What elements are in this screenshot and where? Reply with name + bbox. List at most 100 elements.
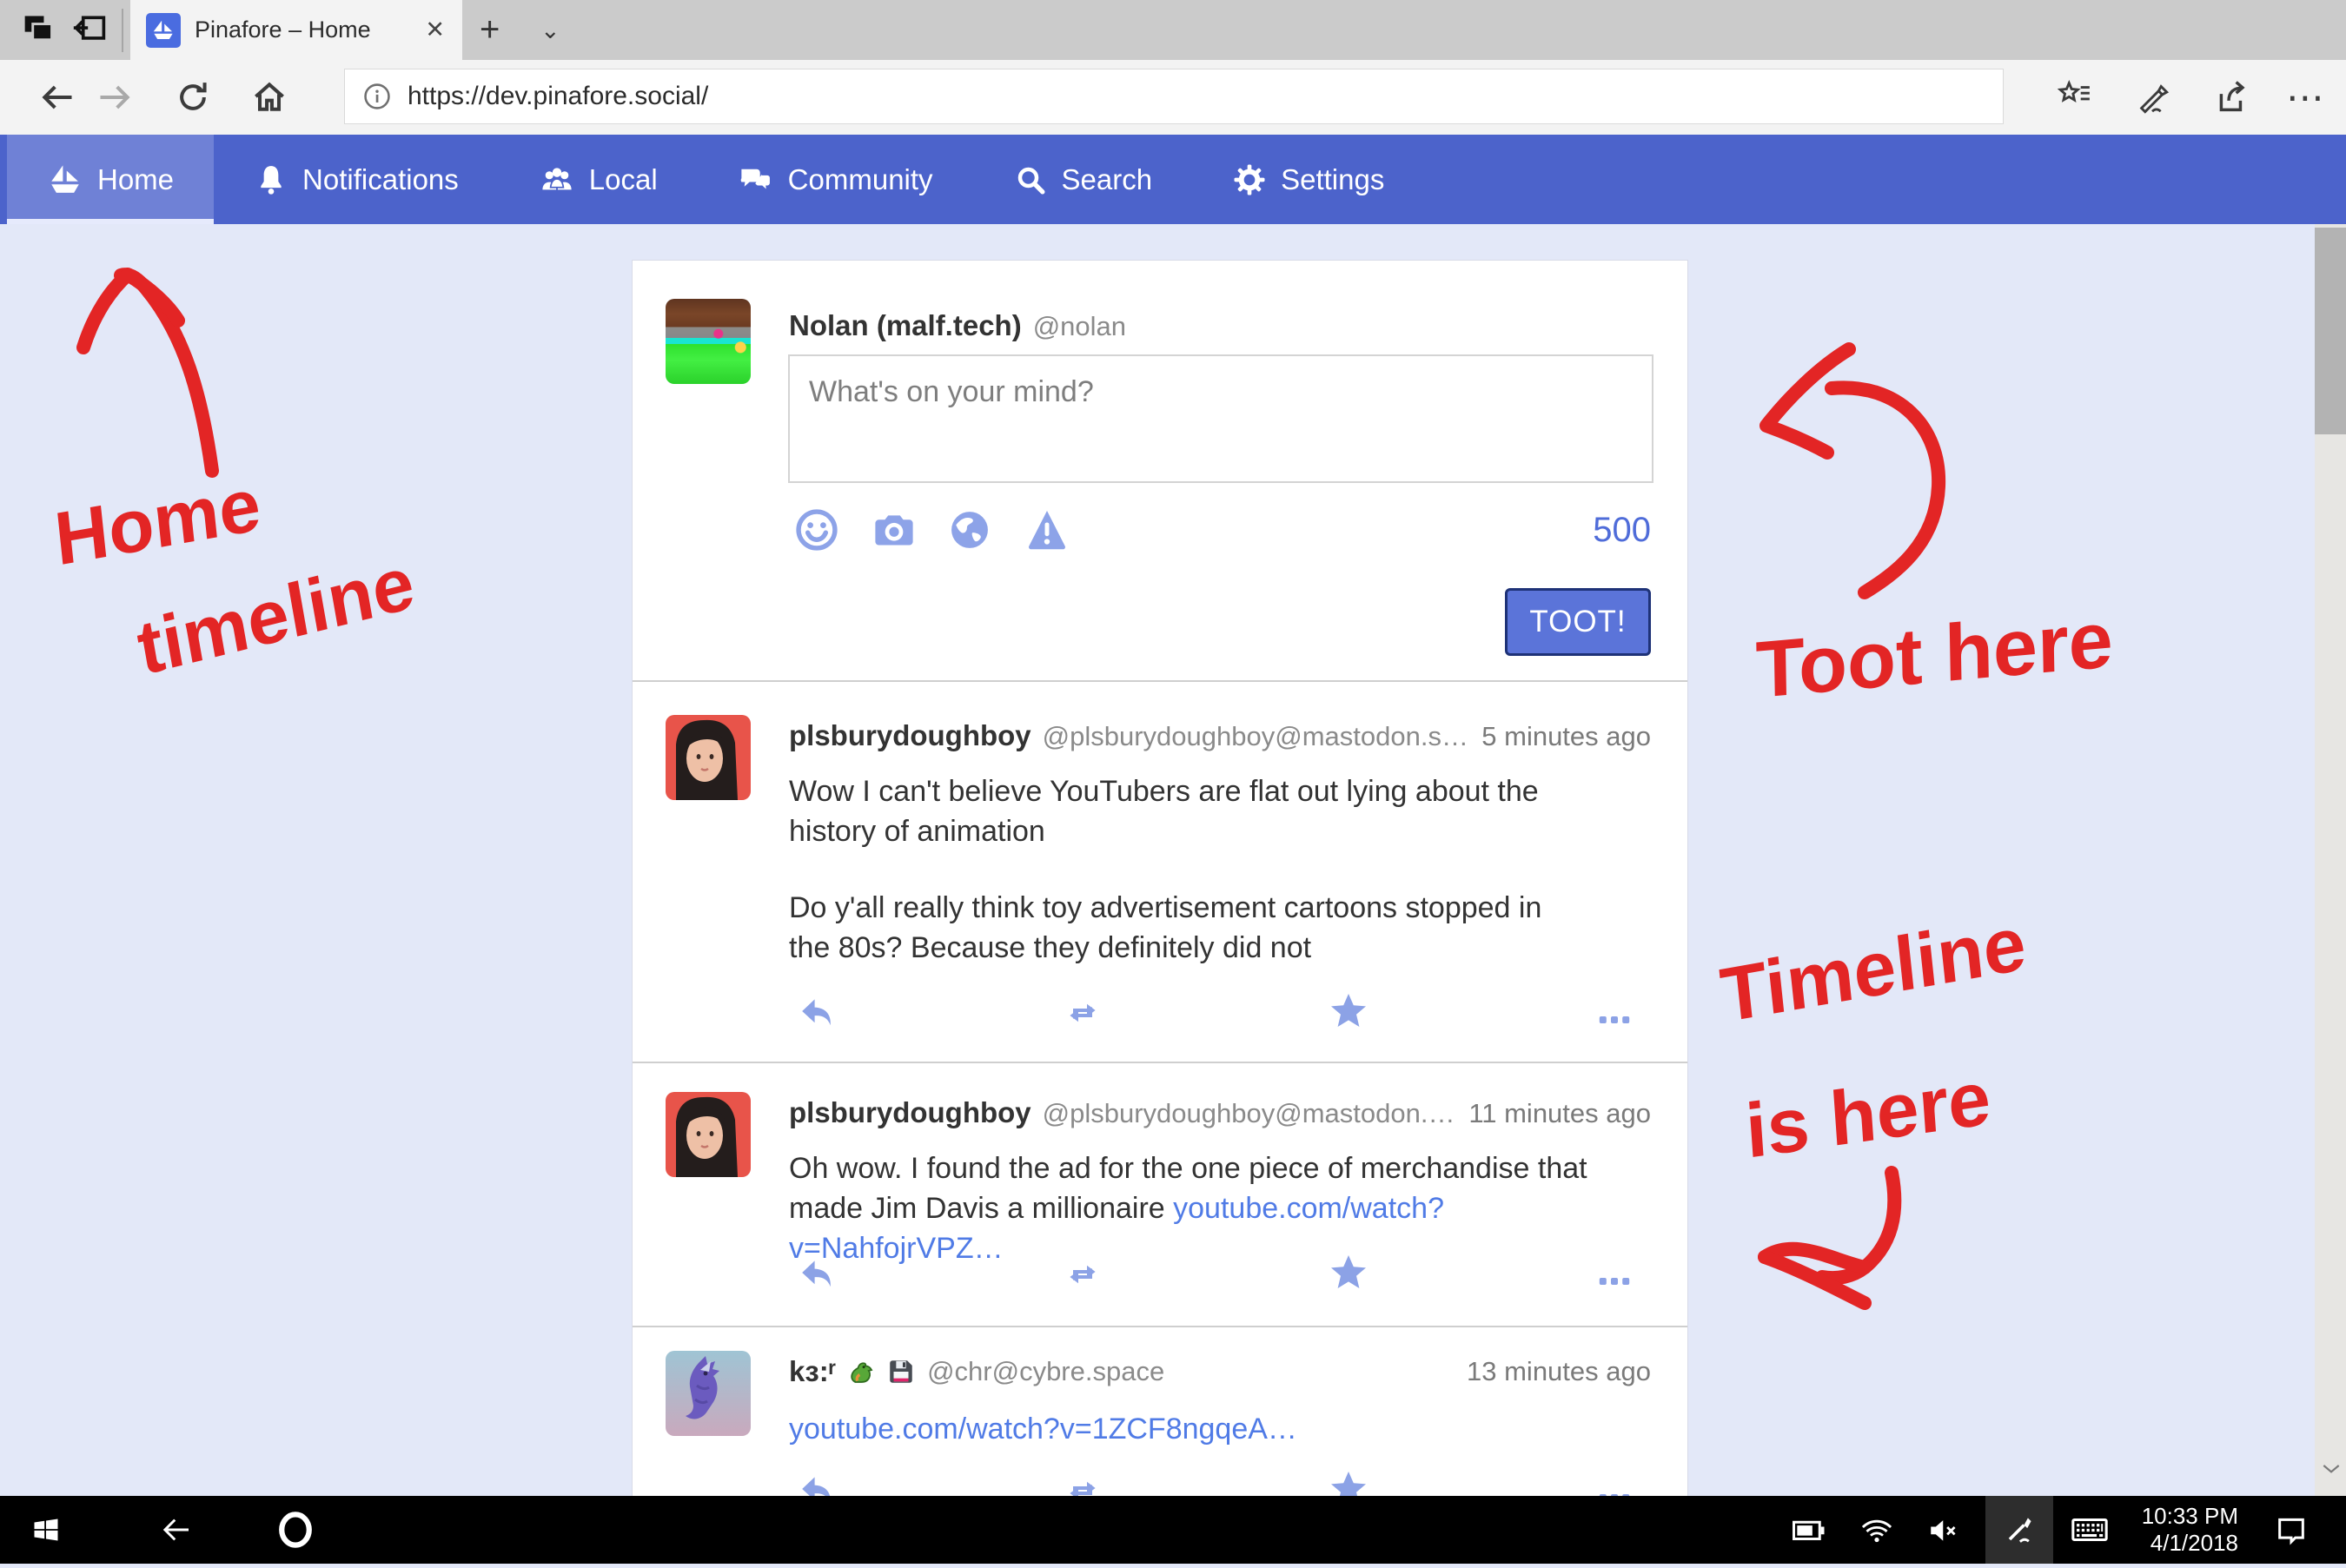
reply-icon[interactable] [796,992,838,1034]
compose-handle[interactable]: @nolan [1033,311,1651,342]
windows-ink-button[interactable] [1985,1496,2053,1564]
post-link[interactable]: youtube.com/watch?v=1ZCF8ngqeA… [789,1413,1297,1446]
boost-icon[interactable] [1062,1254,1103,1295]
scrollbar-thumb[interactable] [2315,228,2346,434]
nav-label: Local [589,163,658,196]
new-tab-button[interactable]: + [480,10,500,50]
post-handle[interactable]: @chr@cybre.space [927,1356,1455,1387]
divider [633,680,1687,682]
tab-strip-separator [122,9,123,52]
post-header: plsburydoughboy @plsburydoughboy@mastodo… [789,719,1651,752]
emoji-picker-icon[interactable] [793,506,840,553]
battery-icon [1791,1512,1827,1548]
ink-pen-icon [2000,1511,2038,1549]
nav-item-settings[interactable]: Settings [1192,135,1424,224]
compose-textarea[interactable]: What's on your mind? [788,354,1653,483]
compose-avatar[interactable] [666,299,751,384]
sailboat-icon [47,162,83,198]
post-avatar[interactable] [666,1351,751,1436]
post-timestamp[interactable]: 11 minutes ago [1468,1098,1651,1129]
forward-icon [96,78,134,116]
post-avatar[interactable] [666,1092,751,1177]
chat-bubbles-icon [738,162,774,198]
nav-item-home[interactable]: Home [7,135,214,224]
post-handle[interactable]: @plsburydoughboy@mastodon.so… [1043,721,1470,752]
nav-item-community[interactable]: Community [698,135,973,224]
post-text: Do y'all really think toy advertisement … [789,888,1588,968]
taskbar-clock[interactable]: 10:33 PM 4/1/2018 [2120,1503,2238,1557]
post-header: kз:ʳ @chr@cybre.space 13 minutes ago [789,1355,1651,1388]
home-button[interactable] [242,60,297,135]
post-timestamp[interactable]: 5 minutes ago [1481,721,1651,752]
favorites-button[interactable] [2047,60,2103,135]
url-text[interactable]: https://dev.pinafore.social/ [408,82,708,111]
nav-item-local[interactable]: Local [499,135,698,224]
set-tabs-aside-button[interactable] [19,12,59,49]
browser-tab-strip: Pinafore – Home ✕ + ⌄ [0,0,2346,60]
post-display-name[interactable]: plsburydoughboy [789,1096,1031,1129]
favorite-star-icon[interactable] [1328,1252,1369,1293]
nav-label: Search [1062,163,1153,196]
nav-label: Settings [1281,163,1384,196]
post-handle[interactable]: @plsburydoughboy@mastodon.s… [1043,1098,1457,1129]
content-warning-icon[interactable] [1024,506,1070,553]
back-button[interactable] [30,60,85,135]
browser-tab-pinafore[interactable]: Pinafore – Home ✕ [130,0,462,60]
pen-icon [2133,77,2173,117]
tab-close-icon[interactable]: ✕ [425,17,445,43]
reply-icon[interactable] [796,1470,838,1496]
timeline-card: Nolan (malf.tech) @nolan What's on your … [633,261,1687,1496]
floppy-disk-emoji [886,1357,916,1386]
compose-display-name[interactable]: Nolan (malf.tech) [789,309,1022,342]
start-button[interactable] [16,1496,76,1564]
favorite-star-icon[interactable] [1328,990,1369,1032]
cortana-button[interactable] [261,1496,330,1564]
media-upload-icon[interactable] [871,506,918,553]
tab-preview-chevron-icon[interactable]: ⌄ [540,17,560,44]
reply-icon[interactable] [796,1254,838,1295]
forward-button[interactable] [87,60,142,135]
post-header: plsburydoughboy @plsburydoughboy@mastodo… [789,1096,1651,1129]
boost-icon[interactable] [1062,1470,1103,1496]
nav-item-notifications[interactable]: Notifications [214,135,499,224]
cortana-circle-icon [276,1509,315,1551]
nav-label: Community [788,163,933,196]
url-bar[interactable]: https://dev.pinafore.social/ [344,69,2004,124]
speaker-muted-icon [1926,1512,1963,1548]
taskbar-back-button[interactable] [146,1496,207,1564]
post-display-name[interactable]: plsburydoughboy [789,719,1031,752]
tabs-preview-button[interactable] [70,12,109,49]
keyboard-icon [2070,1510,2110,1550]
post-display-name[interactable]: kз:ʳ [789,1355,836,1388]
volume-muted-button[interactable] [1919,1496,1971,1564]
toot-button[interactable]: TOOT! [1505,588,1651,656]
favorites-star-icon [2055,77,2095,117]
boost-icon[interactable] [1062,992,1103,1034]
site-info-icon[interactable] [362,82,392,111]
favorite-star-icon[interactable] [1328,1468,1369,1496]
scrollbar-down-arrow[interactable] [2322,1463,2341,1479]
more-options-icon[interactable] [1594,1260,1635,1302]
annotation-timeline-is-here-2: is here [1743,1053,1993,1175]
post-avatar[interactable] [666,715,751,800]
bell-icon [254,162,288,197]
touch-keyboard-button[interactable] [2058,1496,2122,1564]
action-center-button[interactable] [2261,1496,2322,1564]
post-text: Wow I can't believe YouTubers are flat o… [789,771,1588,851]
windows-logo-icon [30,1514,62,1545]
char-count: 500 [1593,511,1651,550]
wifi-indicator[interactable] [1851,1496,1903,1564]
more-options-icon[interactable] [1594,999,1635,1041]
more-options-icon[interactable] [1594,1477,1635,1496]
scrollbar-track[interactable] [2315,224,2346,1496]
post-timestamp[interactable]: 13 minutes ago [1467,1356,1651,1387]
home-icon [250,78,288,116]
privacy-globe-icon[interactable] [946,506,993,553]
web-note-button[interactable] [2125,60,2181,135]
nav-item-search[interactable]: Search [973,135,1193,224]
settings-more-button[interactable]: ⋯ [2278,60,2334,135]
share-button[interactable] [2202,60,2257,135]
refresh-button[interactable] [165,60,221,135]
post-text: Oh wow. I found the ad for the one piece… [789,1148,1623,1268]
battery-indicator[interactable] [1783,1496,1835,1564]
